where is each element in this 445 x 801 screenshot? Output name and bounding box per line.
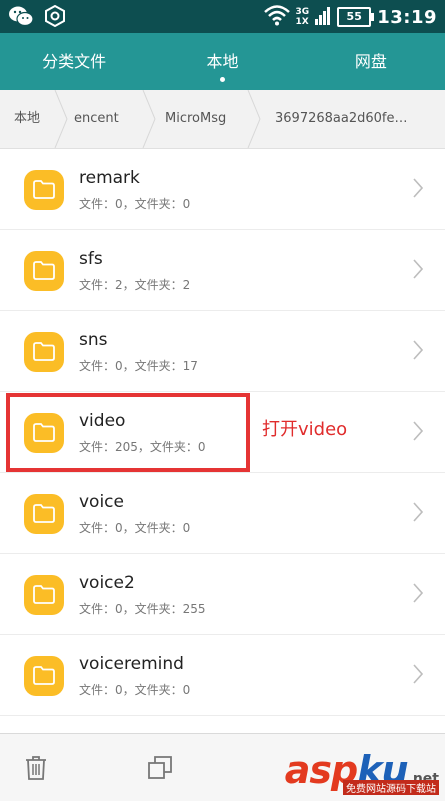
wifi-icon bbox=[263, 4, 290, 30]
clock: 13:19 bbox=[377, 6, 437, 28]
folder-meta: 文件：2，文件夹：2 bbox=[79, 278, 191, 292]
network-type: 3G 1X bbox=[295, 7, 310, 27]
copy-icon[interactable] bbox=[148, 756, 172, 784]
folder-name: voice2 bbox=[79, 573, 135, 593]
breadcrumb-item-account[interactable]: 3697268aa2d60fed... bbox=[275, 90, 415, 148]
chevron-right-icon bbox=[413, 259, 424, 283]
annotation-label: 打开video bbox=[262, 419, 348, 440]
folder-meta: 文件：0，文件夹：0 bbox=[79, 197, 191, 211]
breadcrumb-item-micromsg[interactable]: MicroMsg bbox=[165, 90, 245, 148]
folder-row[interactable]: remark 文件：0，文件夹：0 bbox=[0, 149, 445, 230]
chevron-right-icon bbox=[413, 421, 424, 445]
trash-icon[interactable] bbox=[25, 756, 47, 784]
folder-icon bbox=[24, 332, 64, 372]
breadcrumb-separator bbox=[247, 90, 261, 148]
folder-icon bbox=[24, 170, 64, 210]
folder-icon bbox=[24, 251, 64, 291]
folder-meta: 文件：0，文件夹：0 bbox=[79, 683, 191, 697]
chevron-right-icon bbox=[413, 340, 424, 364]
breadcrumb-separator bbox=[142, 90, 156, 148]
folder-icon bbox=[24, 656, 64, 696]
folder-name: sfs bbox=[79, 249, 103, 269]
folder-name: voiceremind bbox=[79, 654, 184, 674]
folder-list: remark 文件：0，文件夹：0 sfs 文件：2，文件夹：2 sns 文件：0，文件夹… bbox=[0, 149, 445, 797]
folder-icon bbox=[24, 575, 64, 615]
tab-categories[interactable]: 分类文件 bbox=[0, 33, 148, 90]
folder-name: voice bbox=[79, 492, 124, 512]
folder-name: remark bbox=[79, 168, 140, 188]
breadcrumb-separator bbox=[54, 90, 68, 148]
folder-meta: 文件：0，文件夹：255 bbox=[79, 602, 206, 616]
breadcrumb: 本地 encent MicroMsg 3697268aa2d60fed... bbox=[0, 90, 445, 149]
folder-row[interactable]: sfs 文件：2，文件夹：2 bbox=[0, 230, 445, 311]
breadcrumb-item-tencent[interactable]: encent bbox=[74, 90, 146, 148]
chevron-right-icon bbox=[413, 502, 424, 526]
folder-meta: 文件：0，文件夹：0 bbox=[79, 521, 191, 535]
tab-cloud-drive[interactable]: 网盘 bbox=[297, 33, 445, 90]
tab-local[interactable]: 本地 bbox=[148, 33, 296, 90]
hexagon-icon bbox=[44, 4, 66, 31]
folder-icon bbox=[24, 494, 64, 534]
tab-bar: 分类文件 本地 网盘 bbox=[0, 33, 445, 90]
chevron-right-icon bbox=[413, 583, 424, 607]
status-bar: 3G 1X 55 13:19 bbox=[0, 0, 445, 33]
folder-row[interactable]: voiceremind 文件：0，文件夹：0 bbox=[0, 635, 445, 716]
folder-row[interactable]: voice 文件：0，文件夹：0 bbox=[0, 473, 445, 554]
annotation-highlight-box bbox=[6, 393, 250, 472]
active-tab-indicator bbox=[220, 77, 226, 82]
battery-icon: 55 bbox=[337, 7, 375, 27]
folder-row[interactable]: voice2 文件：0，文件夹：255 bbox=[0, 554, 445, 635]
folder-meta: 文件：0，文件夹：17 bbox=[79, 359, 198, 373]
chevron-right-icon bbox=[413, 178, 424, 202]
folder-name: sns bbox=[79, 330, 108, 350]
breadcrumb-item-local[interactable]: 本地 bbox=[14, 90, 54, 148]
chevron-right-icon bbox=[413, 664, 424, 688]
wechat-icon bbox=[8, 5, 34, 31]
folder-row[interactable]: sns 文件：0，文件夹：17 bbox=[0, 311, 445, 392]
signal-icon bbox=[315, 5, 331, 29]
watermark-logo: aspku.net 免费网站源码下载站 bbox=[284, 748, 439, 795]
